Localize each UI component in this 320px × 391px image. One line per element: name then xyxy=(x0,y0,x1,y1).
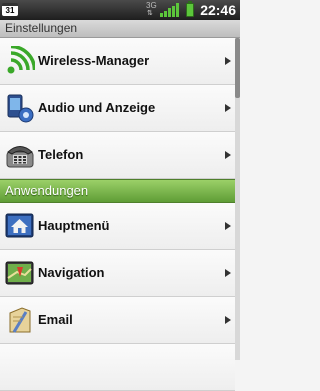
chevron-right-icon xyxy=(225,222,231,230)
list-item-email[interactable]: Email xyxy=(0,297,235,344)
list-item-telefon[interactable]: Telefon xyxy=(0,132,235,179)
navigation-icon xyxy=(5,261,34,285)
list-item-audio-display[interactable]: Audio und Anzeige xyxy=(0,85,235,132)
list-item-hauptmenu[interactable]: Hauptmenü xyxy=(0,203,235,250)
list-item-navigation[interactable]: Navigation xyxy=(0,250,235,297)
clock: 22:46 xyxy=(200,2,236,18)
chevron-right-icon xyxy=(225,269,231,277)
home-icon xyxy=(5,213,34,238)
telephone-icon xyxy=(6,146,34,168)
chevron-right-icon xyxy=(225,151,231,159)
section-header-anwendungen: Anwendungen xyxy=(0,179,235,203)
battery-icon xyxy=(186,1,194,17)
title-bar: Einstellungen xyxy=(0,20,240,38)
calendar-day: 31 xyxy=(5,6,15,15)
section-header-label: Anwendungen xyxy=(5,183,89,198)
list-item-wireless-manager[interactable]: Wireless-Manager xyxy=(0,38,235,85)
list-item-label: Hauptmenü xyxy=(38,218,110,233)
list-item-partial[interactable] xyxy=(0,344,235,391)
list-item-label: Audio und Anzeige xyxy=(38,100,156,115)
network-type: 3G xyxy=(146,1,157,10)
email-icon xyxy=(9,307,31,333)
network-arrows-icon: ⇅ xyxy=(147,10,153,17)
status-bar: 31 3G ⇅ 22:46 xyxy=(0,0,240,20)
list-item-label: Wireless-Manager xyxy=(38,53,150,68)
page-title: Einstellungen xyxy=(5,21,78,35)
settings-list: Wireless-Manager Audio und Anzeige Telef… xyxy=(0,38,235,391)
wireless-icon xyxy=(7,46,35,74)
calendar-icon: 31 xyxy=(2,3,18,16)
scrollbar-thumb[interactable] xyxy=(235,38,240,98)
signal-icon xyxy=(160,3,179,17)
list-item-label: Email xyxy=(38,312,73,327)
chevron-right-icon xyxy=(225,104,231,112)
audio-display-icon xyxy=(7,94,34,123)
list-item-label: Telefon xyxy=(38,147,84,162)
chevron-right-icon xyxy=(225,316,231,324)
list-item-label: Navigation xyxy=(38,265,105,280)
scrollbar[interactable] xyxy=(235,38,240,360)
chevron-right-icon xyxy=(225,57,231,65)
